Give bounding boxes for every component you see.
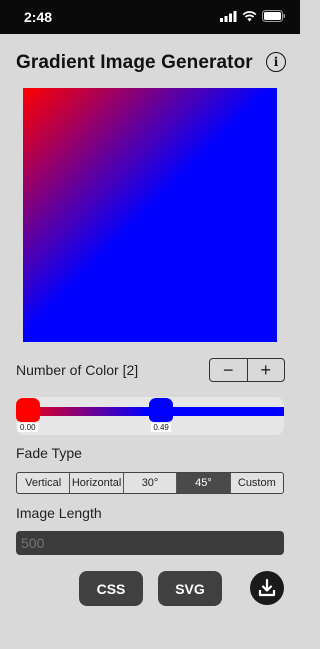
fade-option-1[interactable]: Horizontal [69,473,122,493]
color-stop-handle[interactable] [149,398,174,422]
image-length-input[interactable] [16,531,284,555]
battery-icon [262,10,285,22]
image-length-label: Image Length [16,505,102,521]
page-title: Gradient Image Generator [16,52,253,73]
svg-button[interactable]: SVG [158,571,222,606]
fade-option-4[interactable]: Custom [229,473,283,493]
fade-type-selector: Vertical Horizontal 30° 45° Custom [16,472,284,494]
status-bar: 2:48 [0,0,300,34]
download-icon [258,578,276,597]
fade-option-3[interactable]: 45° [176,473,230,493]
gradient-preview [23,88,277,342]
color-stop-label: 0.00 [18,423,38,432]
css-button[interactable]: CSS [79,571,143,606]
increment-button[interactable]: + [246,359,285,381]
color-count-stepper: − + [209,358,285,382]
info-icon[interactable]: i [266,52,286,72]
number-of-color-row: Number of Color [2] − + [16,358,285,382]
color-stop-label: 0.49 [151,423,171,432]
status-icons [220,10,286,22]
header: Gradient Image Generator i [16,50,286,76]
status-time: 2:48 [24,9,53,25]
signal-icon [220,10,237,22]
fade-option-2[interactable]: 30° [122,473,176,493]
decrement-button[interactable]: − [210,359,247,381]
wifi-icon [242,10,257,21]
number-of-color-label: Number of Color [2] [16,362,139,378]
color-stop-slider[interactable]: 0.00 0.49 [16,397,284,435]
fade-type-label: Fade Type [16,445,82,461]
color-stop-handle[interactable] [16,398,40,422]
download-button[interactable] [250,571,284,605]
fade-option-0[interactable]: Vertical [17,473,69,493]
